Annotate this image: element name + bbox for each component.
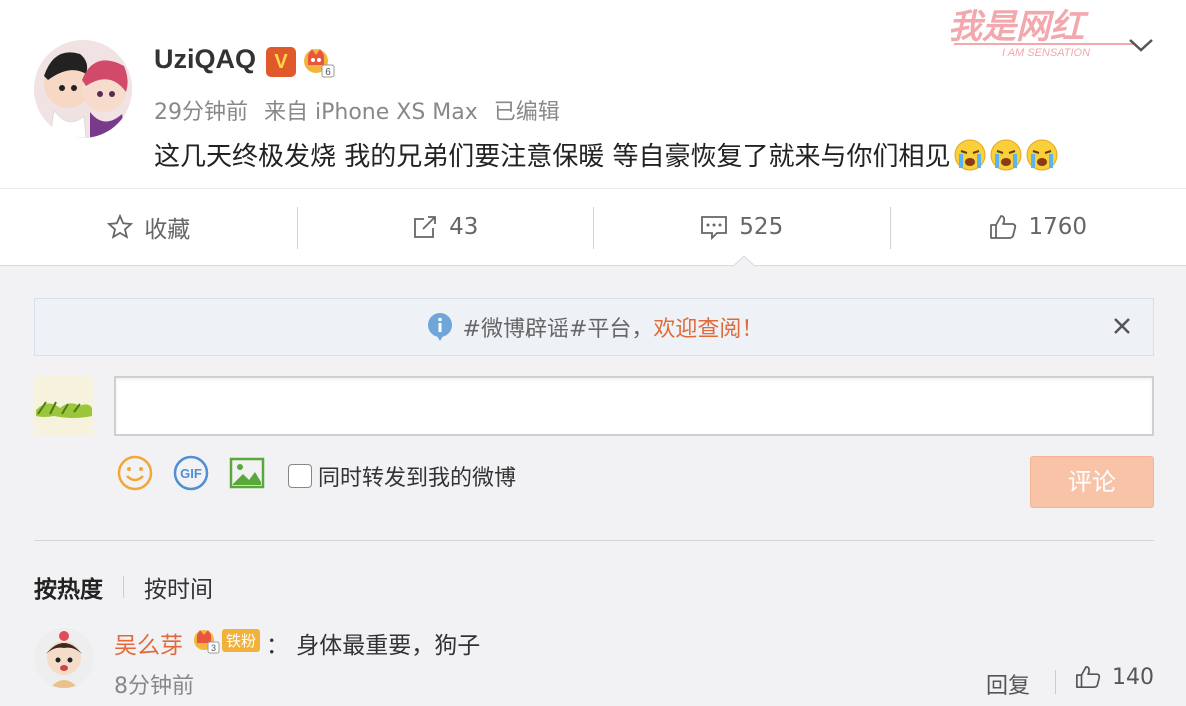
notice-link[interactable]: 欢迎查阅！ bbox=[653, 311, 763, 343]
post-content: 这几天终极发烧 我的兄弟们要注意保暖 等自豪恢复了就来与你们相见 bbox=[154, 136, 1059, 173]
like-button[interactable]: 1760 bbox=[889, 189, 1186, 265]
crying-emoji-icon bbox=[953, 138, 987, 172]
author-avatar[interactable] bbox=[34, 40, 132, 138]
comment-item: 吴么芽 3 铁粉 ： 身体最重要，狗子 8分钟前 回复 140 bbox=[34, 626, 1154, 706]
repost-checkbox-label: 同时转发到我的微博 bbox=[318, 466, 517, 491]
crying-emoji-icon bbox=[1025, 138, 1059, 172]
sort-tabs: 按热度 按时间 bbox=[34, 570, 213, 604]
commenter-name[interactable]: 吴么芽 bbox=[114, 626, 183, 660]
comment-button[interactable]: 525 bbox=[593, 189, 890, 265]
rumor-notice-banner: #微博辟谣#平台， 欢迎查阅！ bbox=[34, 298, 1154, 356]
comment-count: 525 bbox=[739, 214, 784, 240]
divider bbox=[34, 540, 1154, 541]
comment-text: ： 身体最重要，狗子 bbox=[266, 633, 481, 659]
comment-like-button[interactable]: 140 bbox=[1074, 664, 1154, 690]
commenter-avatar[interactable] bbox=[34, 628, 94, 688]
close-icon[interactable] bbox=[1109, 313, 1135, 339]
svg-text:3: 3 bbox=[211, 643, 216, 653]
post-time[interactable]: 29分钟前 bbox=[154, 100, 248, 125]
submit-comment-button[interactable]: 评论 bbox=[1030, 456, 1154, 508]
info-icon bbox=[427, 313, 452, 341]
vip-crown-icon: 6 bbox=[302, 45, 336, 79]
favorite-button[interactable]: 收藏 bbox=[0, 189, 297, 265]
svg-text:6: 6 bbox=[325, 67, 331, 78]
post-action-bar: 收藏 43 525 1760 bbox=[0, 188, 1186, 266]
repost-button[interactable]: 43 bbox=[296, 189, 594, 265]
share-icon bbox=[414, 216, 437, 238]
post-source[interactable]: 来自 iPhone XS Max bbox=[264, 100, 478, 125]
emoji-picker-icon[interactable] bbox=[116, 454, 154, 492]
post-meta: 29分钟前 来自 iPhone XS Max 已编辑 bbox=[154, 94, 576, 126]
star-icon bbox=[107, 213, 134, 239]
sort-separator bbox=[123, 576, 124, 598]
crying-emoji-icon bbox=[989, 138, 1023, 172]
svg-text:I AM SENSATION: I AM SENSATION bbox=[1002, 47, 1090, 59]
comment-icon bbox=[701, 216, 728, 241]
action-separator bbox=[1055, 670, 1056, 694]
verified-badge-icon: V bbox=[266, 47, 296, 77]
vip-crown-icon: 3 bbox=[194, 630, 220, 654]
svg-text:GIF: GIF bbox=[180, 466, 202, 481]
image-upload-icon[interactable] bbox=[228, 454, 266, 492]
watermark-logo: 我是网红 I AM SENSATION bbox=[944, 4, 1144, 60]
commenter-badges: 3 铁粉 bbox=[192, 626, 261, 654]
comment-input[interactable] bbox=[114, 376, 1154, 436]
sort-by-hot[interactable]: 按热度 bbox=[34, 570, 103, 604]
my-avatar[interactable] bbox=[34, 376, 94, 436]
edited-label[interactable]: 已编辑 bbox=[494, 100, 560, 125]
gif-icon[interactable]: GIF bbox=[172, 454, 210, 492]
thumbs-up-icon bbox=[990, 215, 1017, 239]
fan-badge: 铁粉 bbox=[222, 628, 261, 652]
like-count: 1760 bbox=[1028, 214, 1088, 240]
repost-checkbox[interactable]: 同时转发到我的微博 bbox=[288, 460, 516, 492]
author-name[interactable]: UziQAQ bbox=[154, 44, 256, 75]
sort-by-time[interactable]: 按时间 bbox=[144, 570, 213, 604]
weibo-post: UziQAQ V 6 29分钟前 来自 iPhone XS Max 已编辑 这几天终… bbox=[0, 0, 1186, 188]
thumbs-up-icon bbox=[1076, 665, 1101, 689]
favorite-label: 收藏 bbox=[144, 217, 191, 243]
svg-text:我是网红: 我是网红 bbox=[948, 7, 1089, 47]
comment-like-count: 140 bbox=[1112, 664, 1154, 690]
comment-section: #微博辟谣#平台，欢迎查阅！ GIF 同时转发到我的微博 评论 按热度 按时间 bbox=[0, 266, 1186, 706]
comment-time: 8分钟前 bbox=[114, 674, 194, 699]
post-text: 这几天终极发烧 我的兄弟们要注意保暖 等自豪恢复了就来与你们相见 bbox=[154, 142, 951, 172]
notice-text: #微博辟谣#平台， bbox=[462, 317, 654, 342]
reply-button[interactable]: 回复 bbox=[986, 668, 1030, 700]
chevron-down-icon[interactable] bbox=[1126, 30, 1156, 58]
checkbox-icon[interactable] bbox=[288, 464, 312, 488]
repost-count: 43 bbox=[449, 214, 479, 240]
